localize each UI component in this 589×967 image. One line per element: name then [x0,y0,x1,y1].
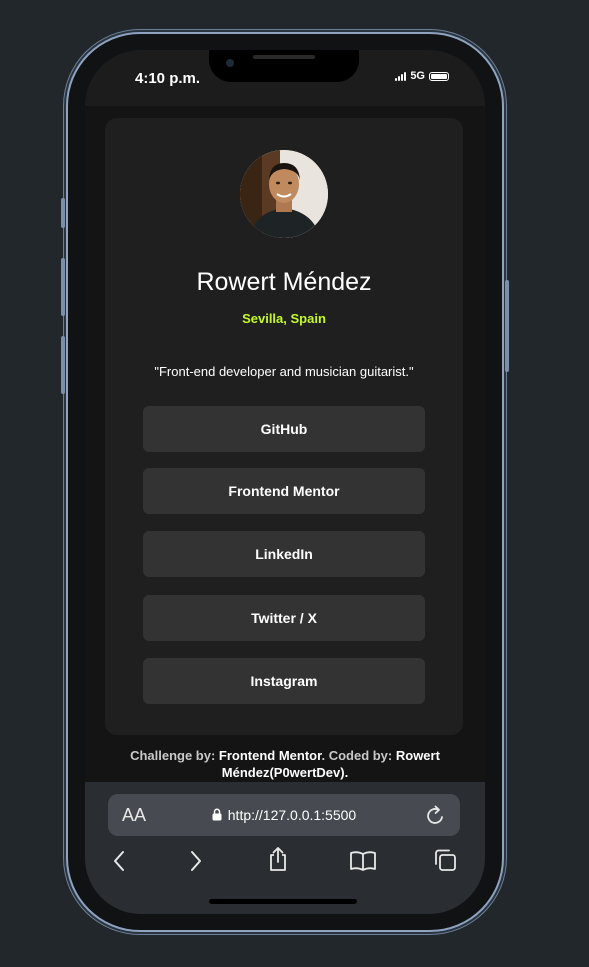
profile-location: Sevilla, Spain [242,311,326,326]
tabs-icon[interactable] [433,848,457,872]
status-indicators: 5G [395,70,449,82]
lock-icon [212,808,222,821]
github-link-button[interactable]: GitHub [143,406,425,452]
status-bar: 4:10 p.m. 5G [85,50,485,106]
address-bar[interactable]: AA http://127.0.0.1:5500 [108,794,460,836]
book-icon[interactable] [349,850,377,872]
twitter-link-button[interactable]: Twitter / X [143,595,425,641]
volume-up-button [61,258,65,316]
attribution-footer: Challenge by: Frontend Mentor. Coded by:… [103,747,467,781]
volume-down-button [61,336,65,394]
chevron-right-icon[interactable] [189,850,203,872]
phone-screen: 4:10 p.m. 5G Rowert Méndez Sevilla, Spai… [85,50,485,914]
avatar-photo [240,150,328,238]
footer-suffix: . [344,765,349,780]
profile-name: Rowert Méndez [196,268,372,296]
linkedin-link-button[interactable]: LinkedIn [143,531,425,577]
camera-icon [226,59,234,67]
profile-bio: "Front-end developer and musician guitar… [154,364,414,379]
signal-icon [395,71,407,81]
browser-toolbar: AA http://127.0.0.1:5500 [85,782,485,914]
instagram-link-button[interactable]: Instagram [143,658,425,704]
mute-switch [61,198,65,228]
avatar [240,150,328,238]
share-icon[interactable] [267,846,289,872]
chevron-left-icon[interactable] [112,850,126,872]
frontend-mentor-link-button[interactable]: Frontend Mentor [143,468,425,514]
page-content[interactable]: Rowert Méndez Sevilla, Spain "Front-end … [85,106,485,782]
coded-prefix: . Coded by: [321,748,396,763]
home-indicator[interactable] [209,899,357,904]
power-button [505,280,509,372]
challenge-prefix: Challenge by: [130,748,219,763]
status-time: 4:10 p.m. [135,70,201,87]
network-label: 5G [410,70,425,82]
url-display[interactable]: http://127.0.0.1:5500 [108,807,460,823]
speaker-grille [253,55,315,59]
phone-frame: 4:10 p.m. 5G Rowert Méndez Sevilla, Spai… [61,34,509,930]
reload-icon[interactable] [426,804,446,826]
frontend-mentor-footer-link[interactable]: Frontend Mentor [219,748,322,763]
url-text: http://127.0.0.1:5500 [227,807,357,823]
battery-icon [429,71,449,81]
profile-card: Rowert Méndez Sevilla, Spain "Front-end … [105,118,463,735]
